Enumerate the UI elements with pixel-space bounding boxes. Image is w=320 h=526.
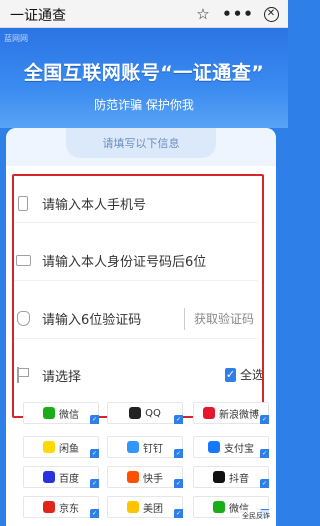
- form-header-tab: 请填写以下信息: [66, 128, 216, 158]
- selected-check-icon: ✓: [174, 509, 183, 518]
- platform-label: 京东: [59, 503, 79, 515]
- brand-label: 蓝网网: [4, 34, 28, 43]
- app-bar: 一证通查 ☆ ••• ✕: [0, 0, 288, 28]
- platform-logo-icon: [127, 471, 139, 483]
- platform-option[interactable]: 闲鱼 ✓: [23, 436, 99, 458]
- app-title: 一证通查: [10, 8, 66, 24]
- hero-banner: 蓝网网 全国互联网账号“一证通查” 防范诈骗 保护你我: [0, 28, 288, 128]
- platform-label: 新浪微博: [219, 409, 259, 421]
- watermark: 全民反诈: [240, 510, 272, 522]
- platform-option[interactable]: 美团 ✓: [107, 496, 183, 518]
- platform-logo-icon: [203, 407, 215, 419]
- platform-option[interactable]: 抖音 ✓: [193, 466, 269, 488]
- selected-check-icon: ✓: [260, 449, 269, 458]
- highlight-box: [12, 174, 264, 418]
- close-button[interactable]: ✕: [261, 4, 281, 24]
- platform-label: 抖音: [229, 473, 249, 485]
- platform-logo-icon: [213, 471, 225, 483]
- page-title: 全国互联网账号“一证通查”: [23, 62, 265, 84]
- platform-logo-icon: [213, 501, 225, 513]
- close-icon: ✕: [263, 6, 279, 22]
- selected-check-icon: ✓: [260, 415, 269, 424]
- platform-option[interactable]: 支付宝 ✓: [193, 436, 269, 458]
- selected-check-icon: ✓: [90, 509, 99, 518]
- platform-label: 快手: [143, 473, 163, 485]
- selected-check-icon: ✓: [90, 449, 99, 458]
- platform-option[interactable]: 京东 ✓: [23, 496, 99, 518]
- platform-logo-icon: [208, 441, 220, 453]
- platform-label: 百度: [59, 473, 79, 485]
- platform-option[interactable]: 新浪微博 ✓: [193, 402, 269, 424]
- platform-label: QQ: [145, 407, 161, 419]
- platform-option[interactable]: 钉钉 ✓: [107, 436, 183, 458]
- selected-check-icon: ✓: [174, 449, 183, 458]
- selected-check-icon: ✓: [174, 479, 183, 488]
- platform-label: 微信: [59, 409, 79, 421]
- platform-logo-icon: [129, 407, 142, 419]
- platform-logo-icon: [43, 501, 55, 513]
- more-icon[interactable]: •••: [222, 4, 253, 24]
- platform-option[interactable]: 百度 ✓: [23, 466, 99, 488]
- platform-logo-icon: [127, 501, 139, 513]
- platform-label: 美团: [143, 503, 163, 515]
- platform-logo-icon: [127, 441, 139, 453]
- selected-check-icon: ✓: [174, 415, 183, 424]
- platform-label: 闲鱼: [59, 443, 79, 455]
- platform-label: 钉钉: [143, 443, 163, 455]
- selected-check-icon: ✓: [90, 415, 99, 424]
- star-icon[interactable]: ☆: [193, 4, 213, 24]
- selected-check-icon: ✓: [90, 479, 99, 488]
- platform-option[interactable]: 微信 ✓: [23, 402, 99, 424]
- slogan: 防范诈骗 保护你我: [94, 98, 194, 112]
- platform-logo-icon: [43, 471, 55, 483]
- platform-label: 支付宝: [224, 443, 254, 455]
- platform-option[interactable]: 快手 ✓: [107, 466, 183, 488]
- platform-option[interactable]: QQ ✓: [107, 402, 183, 424]
- platform-logo-icon: [43, 407, 55, 419]
- selected-check-icon: ✓: [260, 479, 269, 488]
- platform-logo-icon: [43, 441, 55, 453]
